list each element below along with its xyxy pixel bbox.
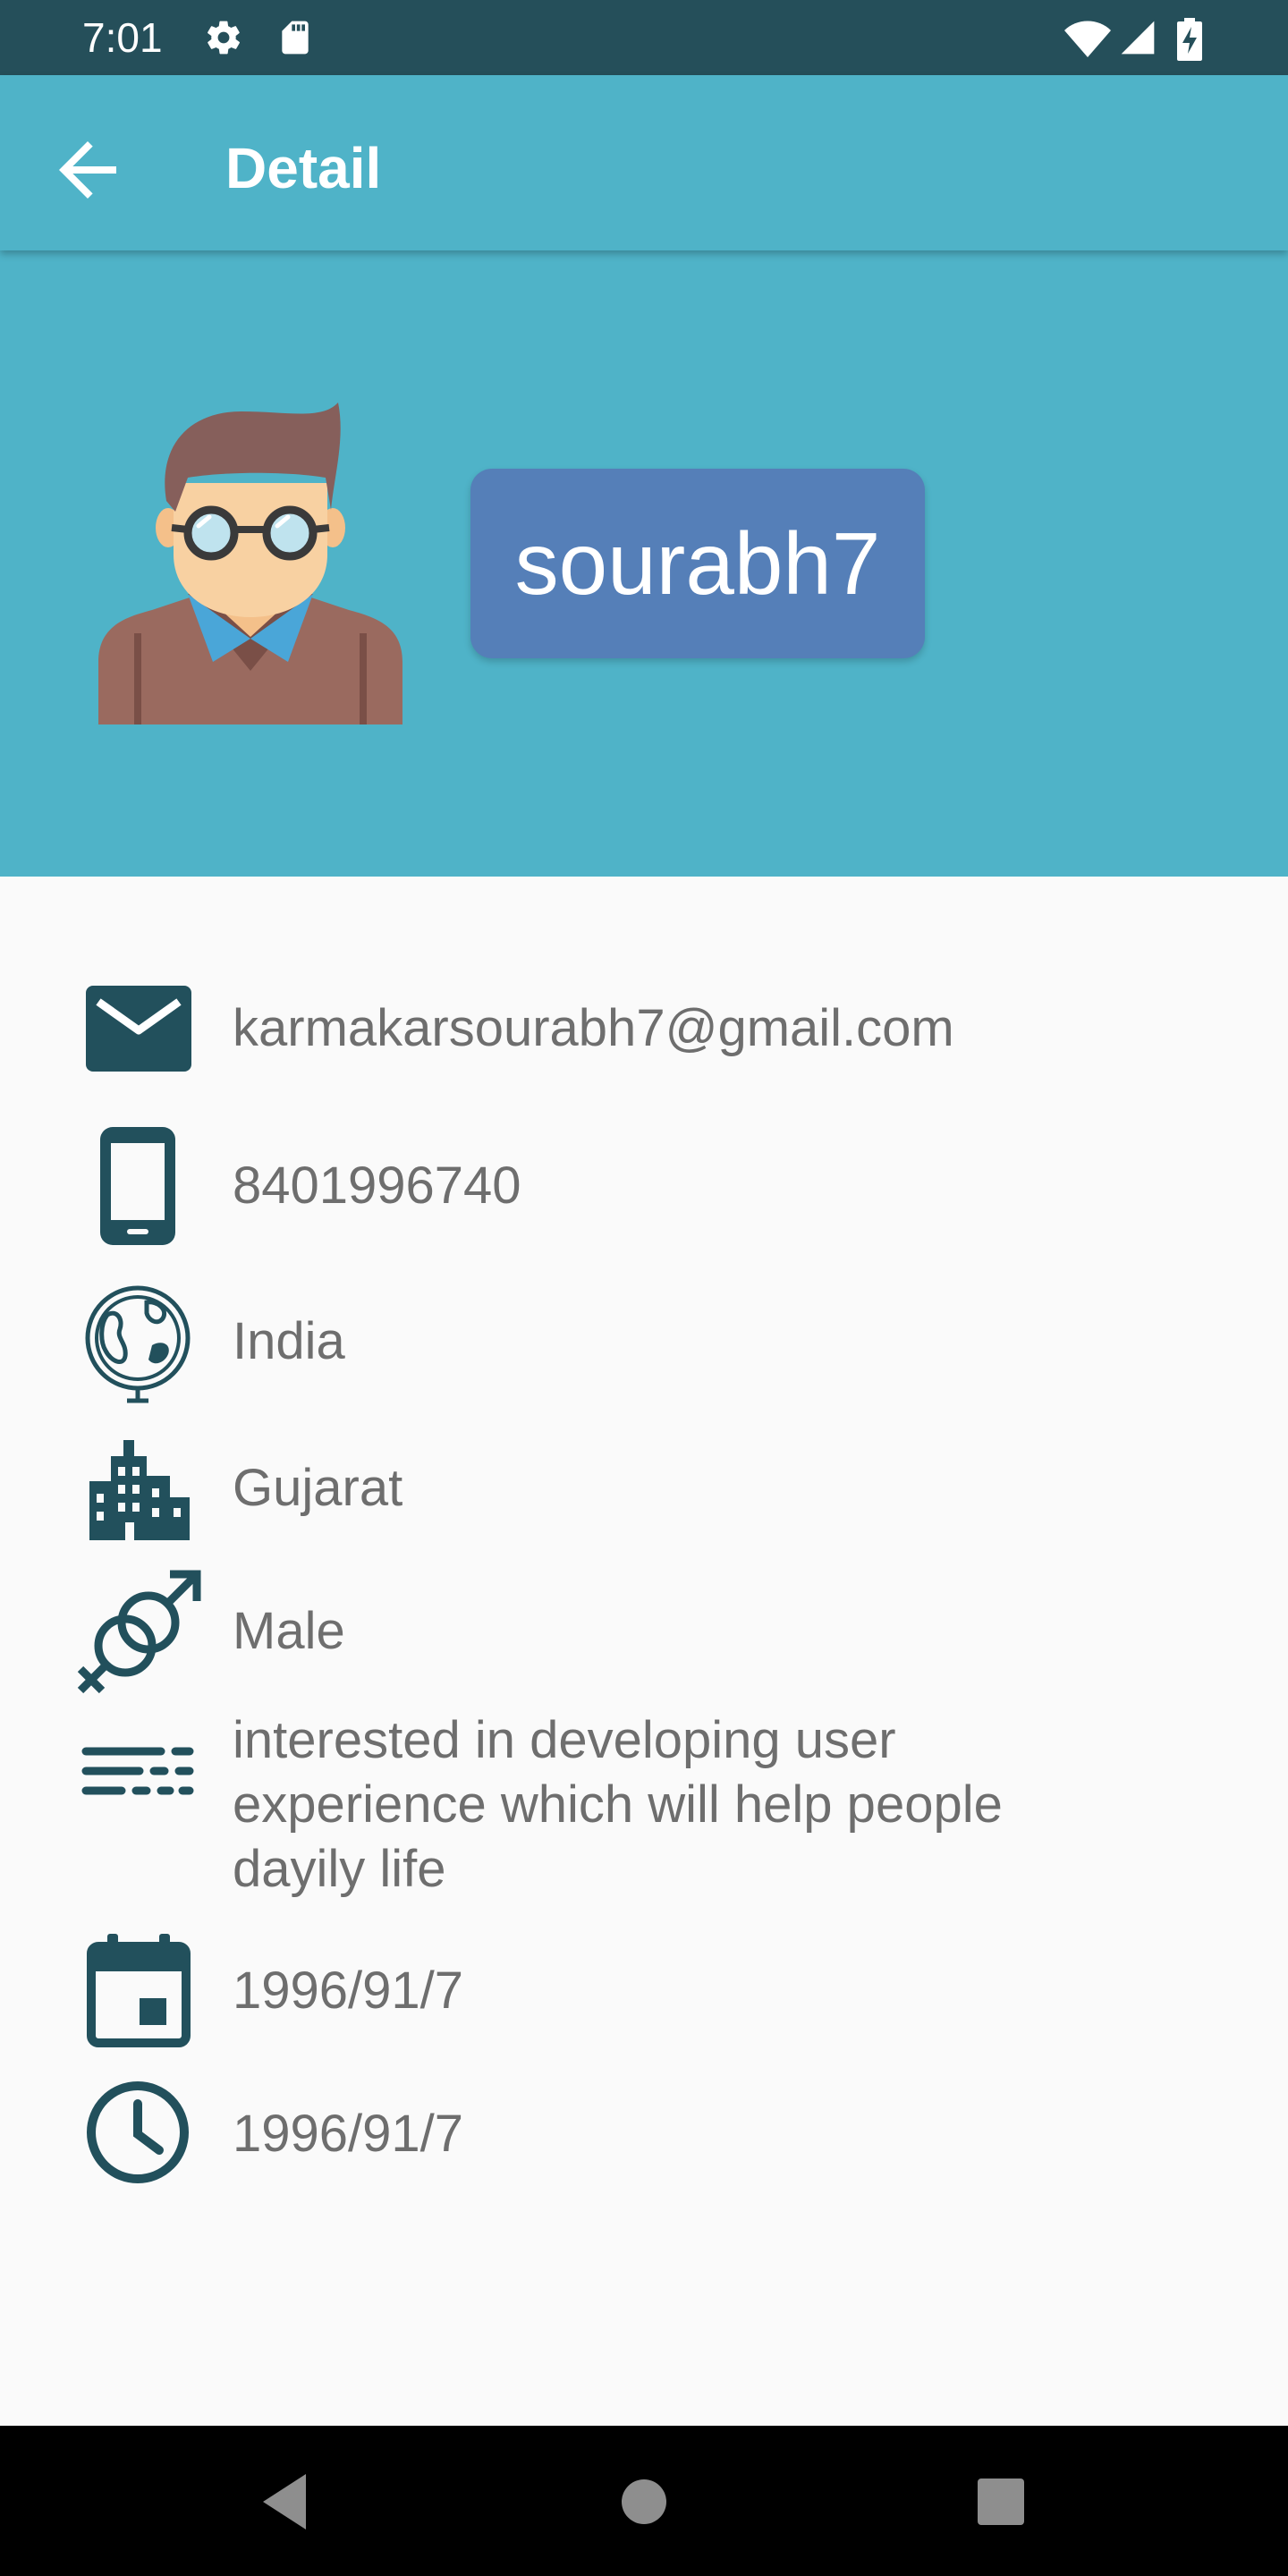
bio-text: interested in developing user experience… <box>233 1711 1003 1898</box>
email-icon <box>86 986 191 1072</box>
date-text: 1996/91/7 <box>233 1962 464 2020</box>
nav-back-icon[interactable] <box>247 2462 327 2542</box>
city-icon <box>89 1440 190 1540</box>
phone-icon <box>100 1127 175 1245</box>
calendar-icon <box>87 1934 191 2047</box>
arrow-back-icon[interactable] <box>45 127 131 213</box>
details-list: karmakarsourabh7@gmail.com 8401996740 In… <box>0 877 1288 2426</box>
nav-recents-icon[interactable] <box>961 2462 1041 2542</box>
app-bar: Detail <box>0 75 1288 250</box>
clock-icon <box>87 2081 189 2183</box>
detail-row-bio: interested in developing user experience… <box>0 1708 1288 1905</box>
country-text: India <box>233 1312 345 1370</box>
detail-row-date: 1996/91/7 <box>0 1928 1288 2054</box>
detail-row-phone: 8401996740 <box>0 1123 1288 1249</box>
state-text: Gujarat <box>233 1459 403 1517</box>
battery-charging-icon <box>1177 18 1202 61</box>
time-text: 1996/91/7 <box>233 2105 464 2163</box>
detail-row-country: India <box>0 1279 1288 1404</box>
page-title: Detail <box>225 136 382 200</box>
phone-text: 8401996740 <box>233 1157 521 1215</box>
user-avatar-icon <box>98 402 402 724</box>
description-icon <box>81 1747 194 1795</box>
signal-icon <box>1121 21 1155 55</box>
gender-icon <box>77 1570 201 1694</box>
username-chip: sourabh7 <box>470 469 925 658</box>
status-bar: 7:01 <box>0 0 1288 75</box>
username: sourabh7 <box>514 514 881 613</box>
navigation-bar <box>0 2426 1288 2576</box>
detail-row-gender: Male <box>0 1565 1288 1699</box>
globe-icon <box>85 1285 191 1403</box>
detail-row-email: karmakarsourabh7@gmail.com <box>0 966 1288 1091</box>
nav-home-icon[interactable] <box>604 2462 684 2542</box>
email-text: karmakarsourabh7@gmail.com <box>233 999 954 1057</box>
profile-header: sourabh7 <box>0 250 1288 877</box>
status-time: 7:01 <box>82 14 163 61</box>
sd-card-icon <box>282 21 309 55</box>
gender-text: Male <box>233 1602 345 1660</box>
settings-icon <box>208 21 240 55</box>
wifi-icon <box>1064 21 1111 57</box>
detail-row-state: Gujarat <box>0 1426 1288 1551</box>
detail-row-time: 1996/91/7 <box>0 2072 1288 2197</box>
